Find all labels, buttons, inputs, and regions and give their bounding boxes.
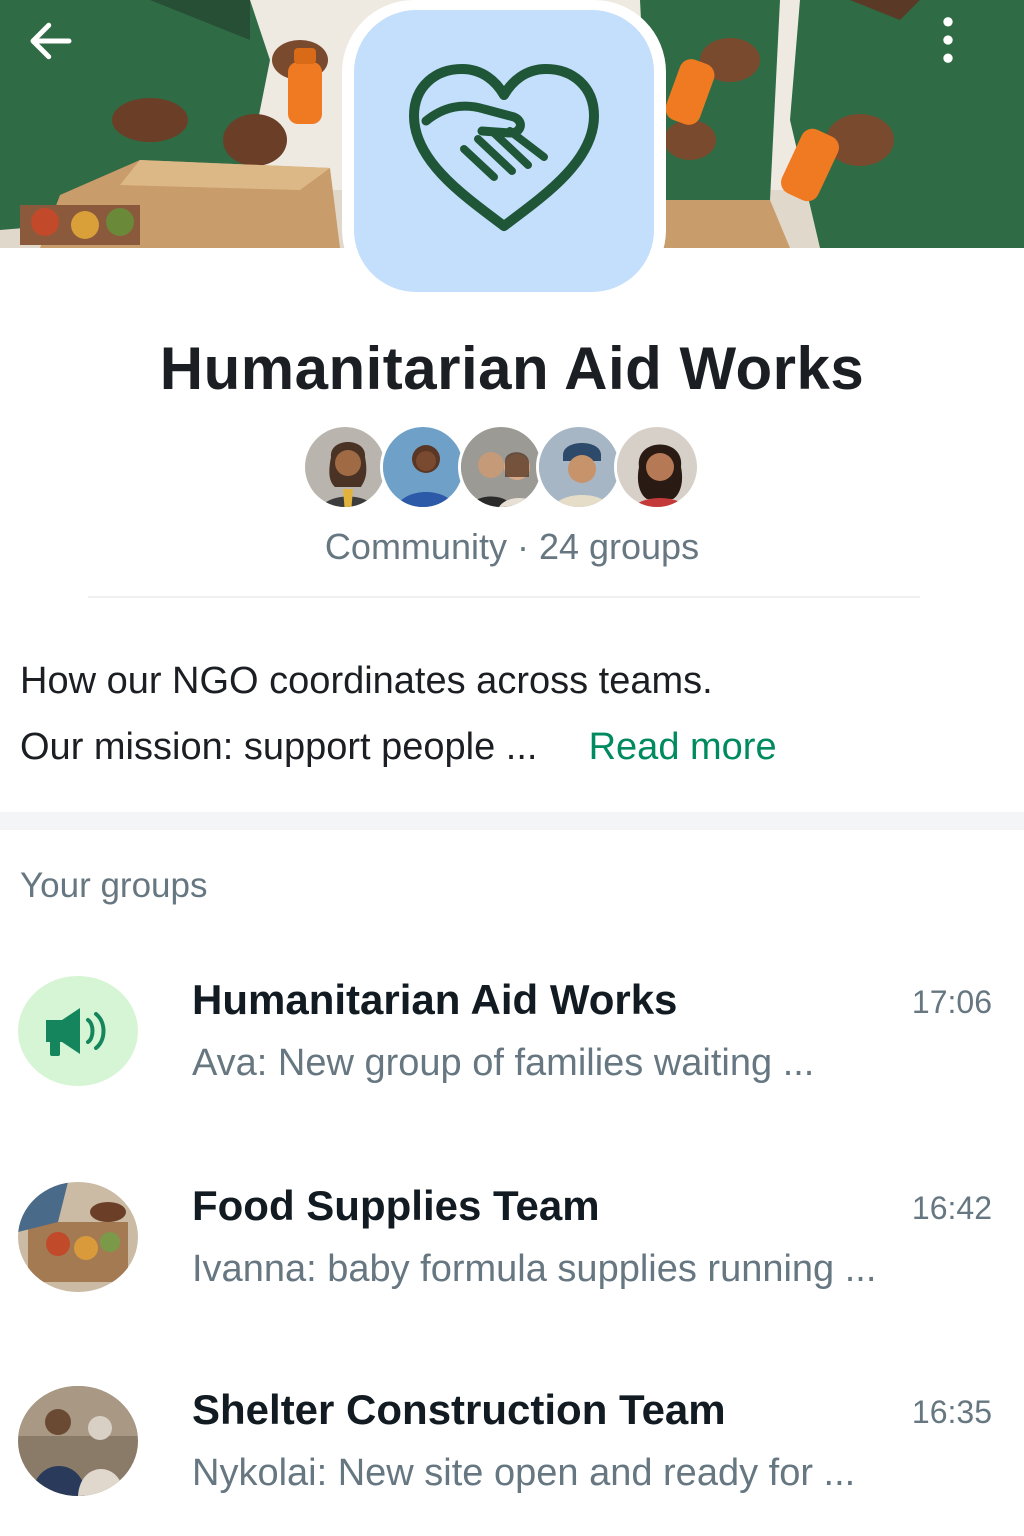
community-title: Humanitarian Aid Works: [159, 335, 865, 402]
group-avatar: [18, 1182, 138, 1292]
group-last-message: Ava: New group of families waiting ...: [192, 1042, 815, 1084]
back-button[interactable]: [24, 14, 88, 78]
member-avatars[interactable]: [302, 424, 712, 514]
more-options-button[interactable]: [936, 14, 980, 78]
description-line: Our mission: support people ... Read mor…: [20, 714, 1000, 780]
community-icon-background: [354, 10, 654, 292]
member-avatar: [536, 424, 622, 510]
community-subtitle: Community · 24 groups: [324, 526, 700, 567]
group-avatar: [18, 1386, 138, 1496]
megaphone-icon: [46, 1008, 106, 1056]
member-avatar: [458, 424, 544, 510]
heart-handshake-icon: [409, 64, 599, 231]
member-avatar: [302, 424, 388, 510]
group-time: 17:06: [911, 984, 992, 1020]
group-last-message: Ivanna: baby formula supplies running ..…: [192, 1248, 877, 1290]
community-icon: [342, 0, 666, 302]
divider: [88, 596, 920, 598]
section-separator: [0, 812, 1024, 830]
group-row[interactable]: Food Supplies Team 16:42 Ivanna: baby fo…: [0, 1182, 1024, 1332]
group-time: 16:42: [911, 1190, 992, 1226]
group-name: Food Supplies Team: [192, 1182, 600, 1229]
group-row[interactable]: Shelter Construction Team 16:35 Nykolai:…: [0, 1386, 1024, 1536]
arrow-left-icon: [30, 22, 72, 60]
group-name: Humanitarian Aid Works: [192, 976, 678, 1023]
description-text: Our mission: support people ...: [20, 726, 538, 768]
read-more-link[interactable]: Read more: [589, 726, 777, 768]
section-title-your-groups: Your groups: [20, 866, 208, 905]
more-vertical-icon: [943, 17, 953, 63]
member-avatar: [614, 424, 700, 510]
description-line: How our NGO coordinates across teams.: [20, 660, 713, 702]
member-avatar: [380, 424, 466, 510]
group-name: Shelter Construction Team: [192, 1386, 726, 1433]
group-last-message: Nykolai: New site open and ready for ...: [192, 1452, 856, 1494]
group-time: 16:35: [911, 1394, 992, 1430]
community-description: How our NGO coordinates across teams. Ou…: [20, 648, 1000, 780]
group-row[interactable]: Humanitarian Aid Works 17:06 Ava: New gr…: [0, 976, 1024, 1126]
group-avatar: [18, 976, 138, 1086]
